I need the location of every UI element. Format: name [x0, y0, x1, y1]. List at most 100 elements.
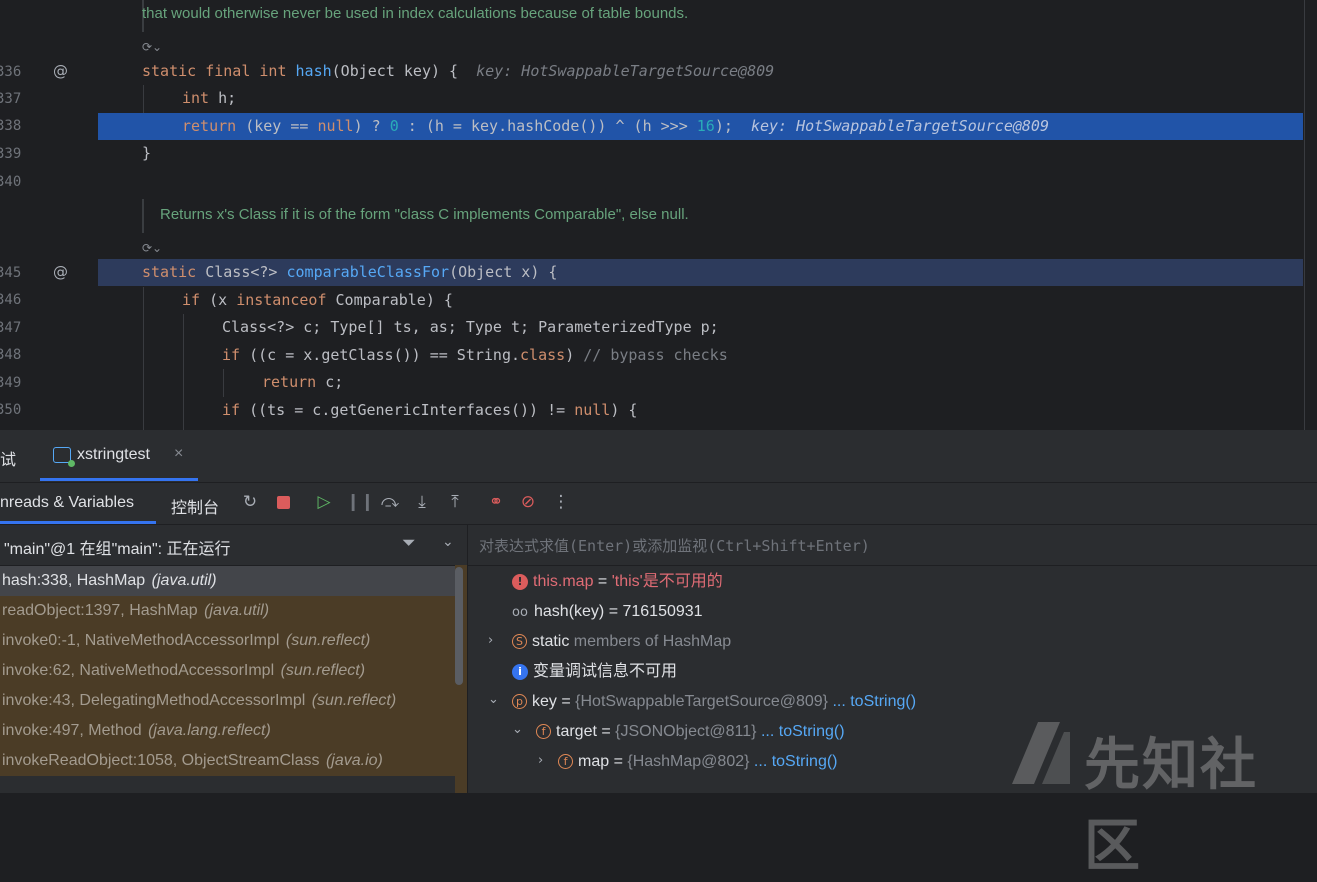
- active-tab-indicator: [40, 478, 198, 481]
- line-number: 347: [0, 320, 22, 336]
- debug-tabs: 试 xstringtest ×: [0, 430, 1317, 483]
- line-number: 349: [0, 375, 22, 391]
- variable-row[interactable]: ! this.map = 'this'是不可用的: [512, 567, 723, 597]
- variable-row[interactable]: p key = {HotSwappableTargetSource@809} ..…: [512, 687, 916, 717]
- more-options-icon[interactable]: ⋮: [551, 492, 571, 512]
- code-line-339[interactable]: }: [98, 140, 1303, 167]
- code-token: 16: [696, 117, 715, 135]
- code-token: Class<?> c; Type[] ts, as; Type t; Param…: [222, 318, 719, 336]
- stack-frame[interactable]: invoke:497, Method (java.lang.reflect): [0, 716, 455, 746]
- code-line-346[interactable]: if (x instanceof Comparable) {: [98, 287, 1303, 314]
- chevron-down-icon[interactable]: ⌄: [512, 722, 523, 737]
- resume-icon[interactable]: ▷: [314, 492, 334, 512]
- frame-package: (sun.reflect): [311, 692, 397, 709]
- step-into-icon[interactable]: ⤓: [412, 492, 432, 512]
- reader-mode-icon[interactable]: ⟳⌄: [142, 241, 162, 255]
- code-line-337[interactable]: int h;: [98, 85, 1303, 112]
- variable-name: target: [556, 723, 597, 740]
- stop-icon[interactable]: [273, 492, 293, 512]
- line-number: 338: [0, 118, 22, 134]
- code-token: c;: [316, 373, 344, 391]
- watermark: 先知社区: [1008, 718, 1308, 879]
- code-line-350[interactable]: if ((ts = c.getGenericInterfaces()) != n…: [98, 397, 1303, 424]
- code-line-338-execution-point[interactable]: return (key == null) ? 0 : (h = key.hash…: [98, 113, 1303, 140]
- frame-method: readObject:1397, HashMap: [2, 602, 203, 619]
- override-icon[interactable]: @: [53, 263, 68, 281]
- line-number: 339: [0, 146, 22, 162]
- frame-package: (java.io): [325, 752, 383, 769]
- filter-icon[interactable]: ⏷: [402, 533, 416, 553]
- frame-package: (java.util): [151, 572, 217, 589]
- override-icon[interactable]: @: [53, 62, 68, 80]
- inline-debug-value: key: HotSwappableTargetSource@809: [476, 62, 775, 80]
- variable-value: {JSONObject@811}: [615, 723, 757, 740]
- code-token: h;: [209, 89, 237, 107]
- code-line-336[interactable]: static final int hash(Object key) { key:…: [98, 58, 1303, 85]
- code-token: return: [262, 373, 317, 391]
- tab-console[interactable]: 控制台: [171, 494, 219, 518]
- tostring-link[interactable]: ... toString(): [754, 753, 838, 770]
- variable-equals: =: [596, 723, 616, 740]
- step-out-icon[interactable]: ⤒: [445, 492, 465, 512]
- watermark-text: 先知社区: [1084, 733, 1258, 879]
- stack-frame[interactable]: invoke0:-1, NativeMethodAccessorImpl (su…: [0, 626, 455, 656]
- code-line-349[interactable]: return c;: [98, 369, 1303, 396]
- frame-package: (sun.reflect): [285, 632, 371, 649]
- stack-frame[interactable]: hash:338, HashMap (java.util): [0, 566, 455, 596]
- tostring-link[interactable]: ... toString(): [832, 693, 916, 710]
- stack-frame[interactable]: invoke:62, NativeMethodAccessorImpl (sun…: [0, 656, 455, 686]
- variable-row[interactable]: f target = {JSONObject@811} ... toString(…: [536, 717, 845, 747]
- variable-row[interactable]: oo hash(key) = 716150931: [512, 597, 703, 627]
- code-token: }: [142, 144, 152, 162]
- stack-frame[interactable]: invokeReadObject:1058, ObjectStreamClass…: [0, 746, 455, 776]
- chevron-right-icon[interactable]: ›: [488, 633, 493, 648]
- active-subtab-indicator: [0, 521, 156, 524]
- variable-row[interactable]: Sstatic members of HashMap: [512, 627, 731, 657]
- mute-breakpoints-icon[interactable]: ⊘: [518, 492, 538, 512]
- variable-equals: =: [609, 753, 628, 770]
- reader-mode-icon[interactable]: ⟳⌄: [142, 40, 162, 54]
- evaluate-expression-field[interactable]: 对表达式求值(Enter)或添加监视(Ctrl+Shift+Enter): [468, 525, 1317, 566]
- pause-icon[interactable]: ❙❙: [346, 492, 375, 512]
- stack-frame[interactable]: readObject:1397, HashMap (java.util): [0, 596, 455, 626]
- code-line-345[interactable]: static Class<?> comparableClassFor(Objec…: [98, 259, 1303, 286]
- info-message: 变量调试信息不可用: [533, 663, 678, 680]
- code-token: : (h = key.hashCode()) ^ (h >>>: [398, 117, 697, 135]
- chevron-down-icon[interactable]: ⌄: [488, 692, 499, 707]
- chevron-right-icon[interactable]: ›: [538, 753, 543, 768]
- watch-glasses-icon: oo: [512, 605, 528, 620]
- code-token: (Object key) {: [331, 62, 459, 80]
- view-breakpoints-icon[interactable]: ⚭: [486, 492, 506, 512]
- code-token: ((ts = c.getGenericInterfaces()) !=: [240, 401, 575, 419]
- variable-equals: =: [593, 573, 612, 590]
- tostring-link[interactable]: ... toString(): [761, 723, 845, 740]
- code-line-347[interactable]: Class<?> c; Type[] ts, as; Type t; Param…: [98, 314, 1303, 341]
- code-token: ((c = x.getClass()) == String.: [240, 346, 521, 364]
- line-number: 346: [0, 292, 22, 308]
- frame-method: invoke:497, Method: [2, 722, 147, 739]
- stack-frame[interactable]: invoke:43, DelegatingMethodAccessorImpl …: [0, 686, 455, 716]
- chevron-down-icon[interactable]: ⌄: [442, 534, 454, 550]
- thread-selector[interactable]: "main"@1 在组"main": 正在运行 ⏷ ⌄: [0, 525, 467, 566]
- rerun-icon[interactable]: ↻: [240, 492, 260, 512]
- code-editor[interactable]: that would otherwise never be used in in…: [0, 0, 1317, 430]
- frames-scrollbar-thumb[interactable]: [455, 567, 463, 685]
- line-number: 337: [0, 91, 22, 107]
- editor-scrollbar[interactable]: [1304, 0, 1305, 430]
- code-token: );: [714, 117, 733, 135]
- variable-row[interactable]: f map = {HashMap@802} ... toString(): [558, 747, 838, 777]
- inline-debug-value: key: HotSwappableTargetSource@809: [750, 117, 1049, 135]
- tab-threads-variables[interactable]: nreads & Variables: [0, 494, 134, 512]
- variable-value: 'this'是不可用的: [611, 573, 723, 590]
- line-number: 350: [0, 402, 22, 418]
- code-token: null: [574, 401, 611, 419]
- parameter-icon: p: [512, 694, 527, 710]
- variable-row: i 变量调试信息不可用: [512, 657, 677, 687]
- code-line-348[interactable]: if ((c = x.getClass()) == String.class) …: [98, 342, 1303, 369]
- step-over-icon[interactable]: ⤼: [380, 492, 400, 512]
- close-tab-icon[interactable]: ×: [174, 445, 183, 463]
- doc-comment-bar: [142, 199, 144, 233]
- session-tab-xstringtest[interactable]: xstringtest: [77, 446, 150, 464]
- code-token: null: [317, 117, 354, 135]
- code-token: hash: [295, 62, 332, 80]
